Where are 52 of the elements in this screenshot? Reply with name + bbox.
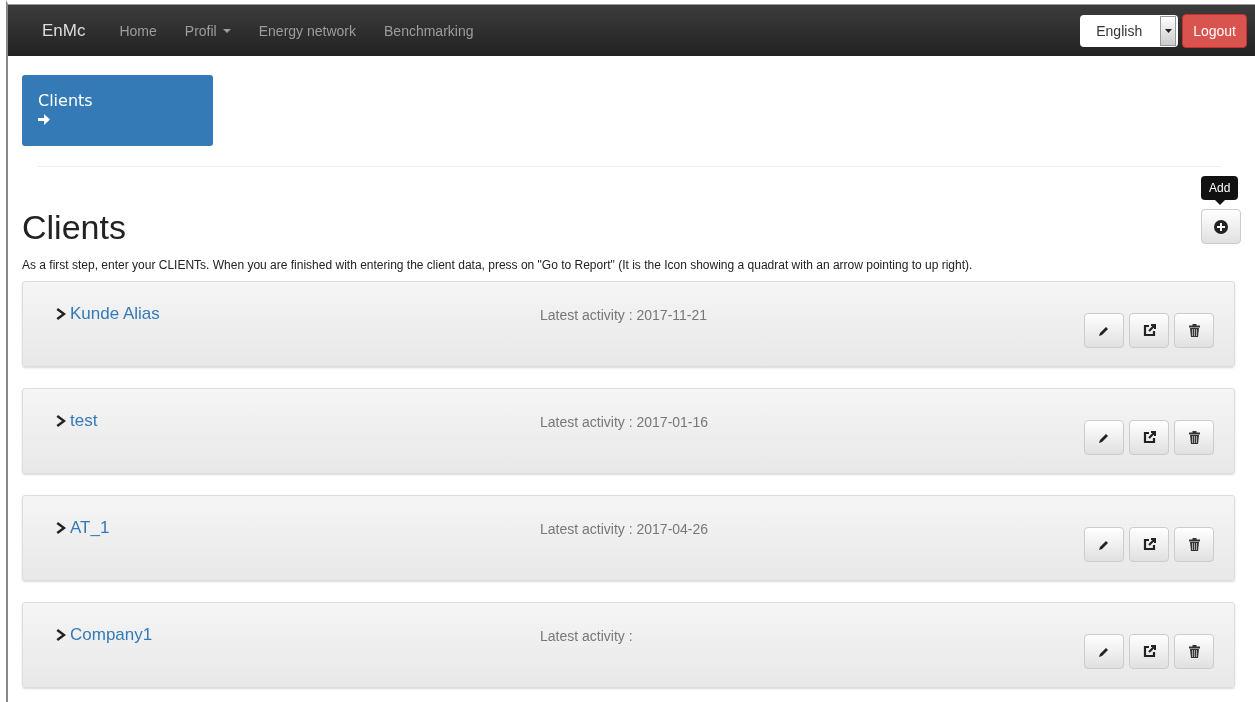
delete-button[interactable] <box>1174 527 1214 562</box>
delete-button[interactable] <box>1174 313 1214 348</box>
nav-link[interactable]: Benchmarking <box>370 22 488 39</box>
activity-text: Latest activity : 2017-04-26 <box>540 520 710 537</box>
pencil-icon <box>1098 645 1110 658</box>
nav-link[interactable]: Profil <box>170 22 245 39</box>
activity-text: Latest activity : 2017-01-16 <box>540 413 710 430</box>
pencil-icon <box>1098 538 1110 551</box>
delete-button[interactable] <box>1174 420 1214 455</box>
client-link[interactable]: test <box>56 411 540 431</box>
share-icon <box>1142 324 1156 337</box>
edit-button[interactable] <box>1084 420 1124 455</box>
trash-icon <box>1188 431 1200 444</box>
edit-button[interactable] <box>1084 313 1124 348</box>
report-button[interactable] <box>1129 527 1169 562</box>
page-heading: Clients <box>22 207 126 244</box>
delete-button[interactable] <box>1174 634 1214 669</box>
edit-button[interactable] <box>1084 634 1124 669</box>
report-button[interactable] <box>1129 313 1169 348</box>
nav-link[interactable]: Home <box>105 22 171 39</box>
trash-icon <box>1188 645 1200 658</box>
client-link[interactable]: Kunde Alias <box>56 304 540 324</box>
share-icon <box>1142 645 1156 658</box>
edit-button[interactable] <box>1084 527 1124 562</box>
plus-circle-icon <box>1214 219 1228 234</box>
nav-link[interactable]: Energy network <box>244 22 370 39</box>
report-button[interactable] <box>1129 420 1169 455</box>
logout-button[interactable]: Logout <box>1182 13 1247 48</box>
chevron-icon <box>56 307 68 321</box>
activity-text: Latest activity : 2017-11-21 <box>540 306 709 323</box>
brand-logo[interactable]: EnMc <box>8 20 106 41</box>
chevron-icon <box>56 628 68 642</box>
tooltip: Add <box>1201 176 1239 200</box>
caret-icon <box>1164 28 1172 33</box>
pencil-icon <box>1098 324 1110 337</box>
chevron-icon <box>56 414 68 428</box>
trash-icon <box>1188 324 1200 337</box>
language-select[interactable]: English <box>1080 14 1179 47</box>
trash-icon <box>1188 538 1200 551</box>
add-button[interactable] <box>1201 209 1241 244</box>
client-link[interactable]: Company1 <box>56 625 540 645</box>
client-link[interactable]: AT_1 <box>56 518 540 538</box>
report-button[interactable] <box>1129 634 1169 669</box>
share-icon <box>1142 538 1156 551</box>
activity-text: Latest activity : <box>540 627 634 644</box>
clients-tile[interactable]: Clients <box>22 75 213 146</box>
intro-text: As a first step, enter your CLIENTs. When you are finished with entering the client data, press on "Go to Report" (It is the Icon showing a quadrat with an arrow pointing to up right). <box>22 258 974 272</box>
share-icon <box>1142 431 1156 444</box>
arrow-right-icon <box>38 114 50 125</box>
chevron-icon <box>56 521 68 535</box>
pencil-icon <box>1098 431 1110 444</box>
tile-label: Clients <box>38 91 94 110</box>
